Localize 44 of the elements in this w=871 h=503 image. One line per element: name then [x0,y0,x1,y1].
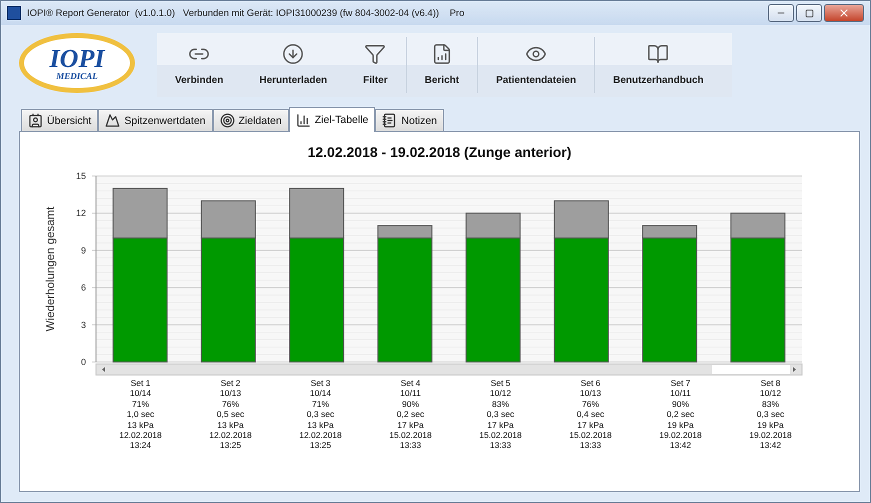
toolbar-button[interactable]: Verbinden [157,37,242,93]
close-icon [838,7,850,19]
axis-label: Set 6 10/13 76% 0,4 sec 17 kPa 15.02.2018 13:33 [568,378,613,451]
toolbar-button[interactable]: Herunterladen [241,37,346,93]
scrollbar[interactable] [95,364,802,376]
axis-label: Set 8 10/12 83% 0,3 sec 19 kPa 19.02.2018 13:42 [748,378,793,451]
minimize-button[interactable] [768,4,794,22]
tick-label: 6 [80,282,86,293]
tick-label: 3 [80,320,86,330]
tick-label: 15 [75,171,86,181]
app-icon [7,6,21,20]
funnel-icon [364,43,386,65]
tab[interactable]: Ziel-Tabelle [288,107,376,132]
mountain-icon [105,113,120,128]
window-title: IOPI® Report Generator (v1.0.1.0) Verbunden mit Gerät: IOPI31000239 (fw 804-3002-04 (v6.4)) Pro [27,8,466,18]
toolbar-button[interactable]: Patientendateien [478,37,596,93]
download-icon [282,43,304,65]
toolbar-button[interactable]: Bericht [406,37,478,93]
tab[interactable]: Notizen [375,109,444,131]
axis-label: Set 1 10/14 71% 1,0 sec 13 kPa 12.02.2018 13:24 [118,378,163,451]
tick-label: 9 [80,245,86,256]
tab[interactable]: Spitzenwertdaten [98,109,212,131]
axis-label: Set 4 10/11 90% 0,2 sec 17 kPa 15.02.2018 13:33 [388,378,433,451]
axis-title: Wiederholungen gesamt [44,206,56,332]
maximize-icon [804,8,814,18]
tab[interactable]: Übersicht [21,109,98,131]
toolbar-button[interactable]: Benutzerhandbuch [595,37,722,93]
close-button[interactable] [824,4,864,22]
axis-label: Set 2 10/13 76% 0,5 sec 13 kPa 12.02.2018 13:25 [208,378,253,451]
tab[interactable]: Zieldaten [212,109,289,131]
axis-label: Set 7 10/11 90% 0,2 sec 19 kPa 19.02.2018 13:42 [658,378,703,451]
bar-chart-icon [296,112,311,128]
tick-label: 0 [80,357,86,367]
notes-icon [382,113,398,128]
tick-label: 12 [75,208,86,218]
clipboard-icon [28,113,43,128]
target-icon [220,113,234,128]
axis-label: Set 3 10/14 71% 0,3 sec 13 kPa 12.02.2018 13:25 [298,378,343,451]
toolbar-button[interactable]: Filter [345,37,407,93]
maximize-button[interactable] [796,4,822,22]
book-icon [647,43,670,65]
chart-title: 12.02.2018 - 19.02.2018 (Zunge anterior) [308,144,572,160]
logo: IOPI MEDICAL [19,33,135,93]
axis-label: Set 5 10/12 83% 0,3 sec 17 kPa 15.02.2018 13:33 [478,378,523,451]
